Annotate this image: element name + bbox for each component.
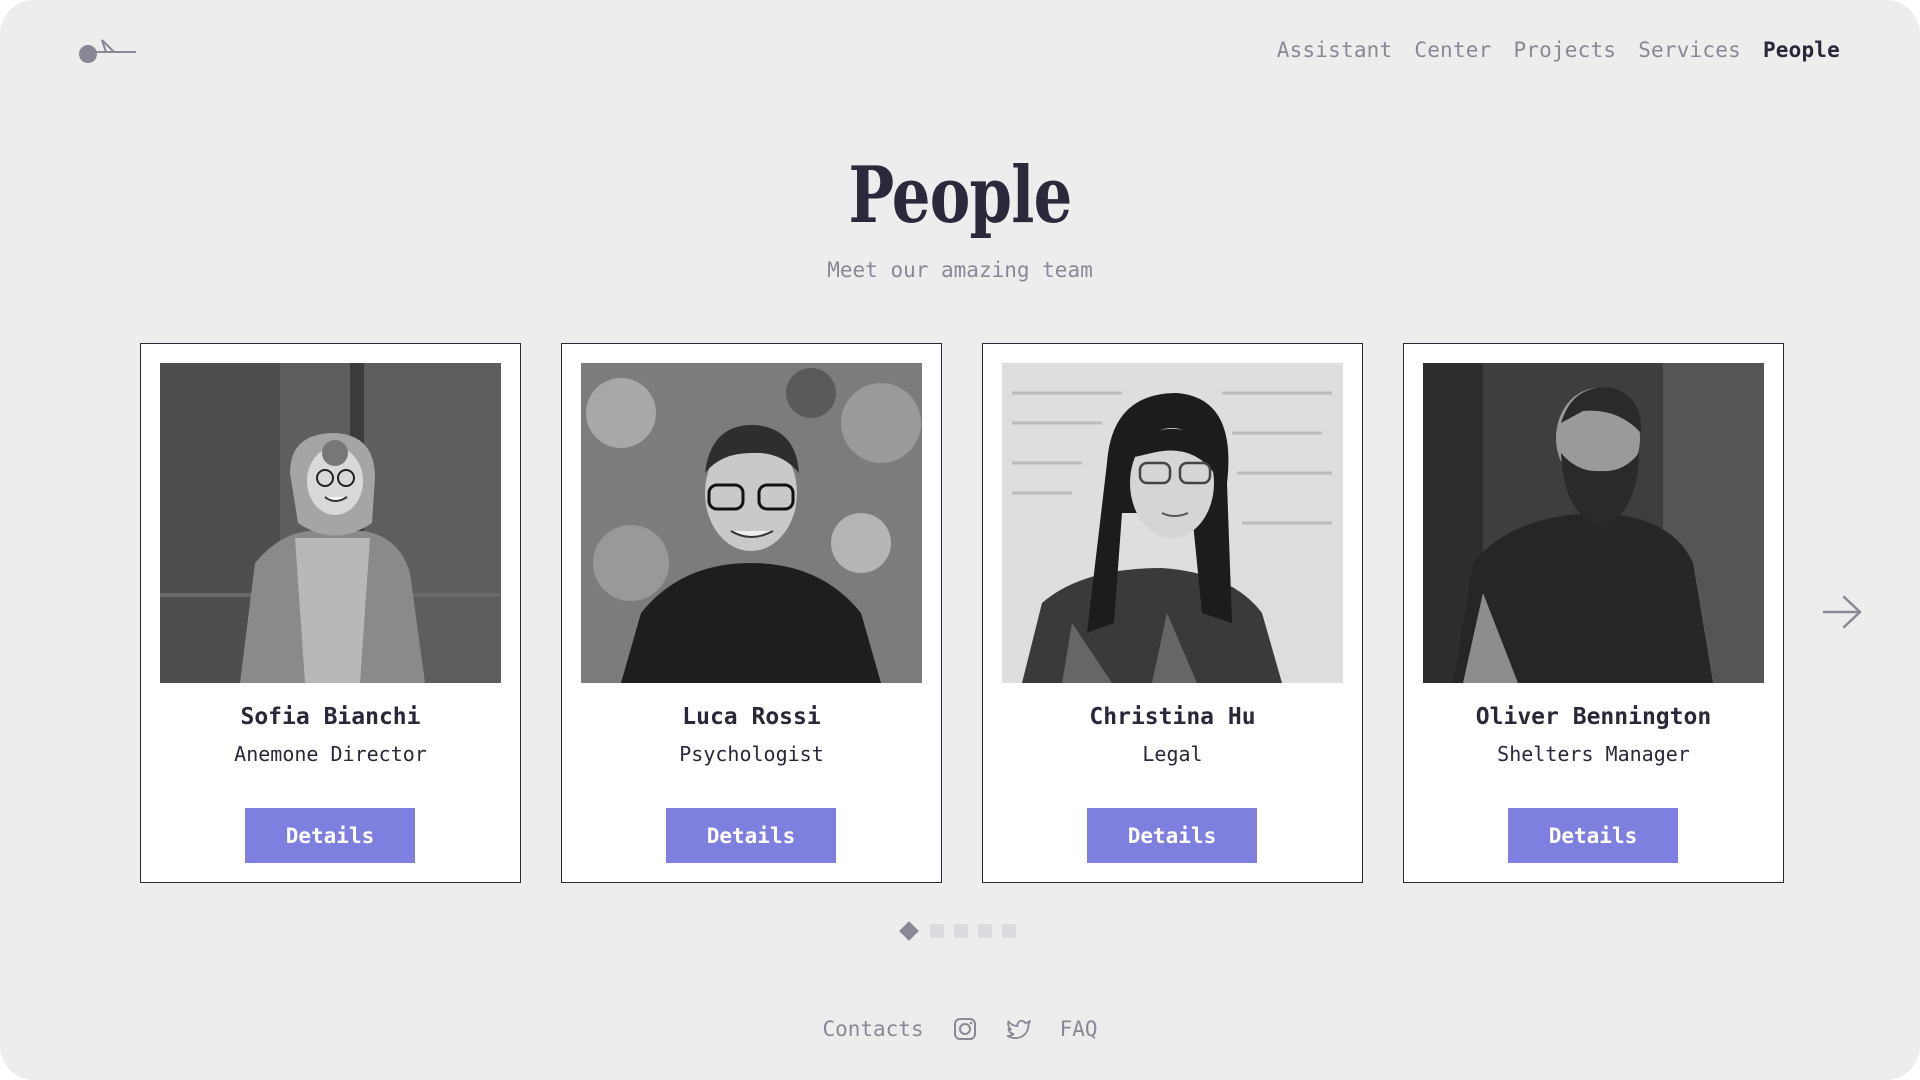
pagination-dot[interactable] — [978, 924, 992, 938]
footer-faq-link[interactable]: FAQ — [1060, 1017, 1098, 1041]
person-name: Luca Rossi — [682, 704, 821, 730]
person-card: Luca Rossi Psychologist Details — [561, 343, 942, 883]
details-button[interactable]: Details — [1087, 808, 1257, 863]
person-card: Sofia Bianchi Anemone Director Details — [140, 343, 521, 883]
people-carousel: Sofia Bianchi Anemone Director Details L… — [140, 343, 1784, 883]
person-name: Christina Hu — [1089, 704, 1256, 730]
page-subtitle: Meet our amazing team — [827, 258, 1093, 282]
pagination-dot[interactable] — [1002, 924, 1016, 938]
footer-contacts-link[interactable]: Contacts — [822, 1017, 923, 1041]
details-button[interactable]: Details — [245, 808, 415, 863]
person-card: Oliver Bennington Shelters Manager Detai… — [1403, 343, 1784, 883]
nav-projects[interactable]: Projects — [1513, 38, 1616, 62]
arrow-right-icon[interactable] — [1820, 594, 1864, 630]
person-role: Shelters Manager — [1497, 742, 1690, 766]
page-title: People — [848, 150, 1072, 241]
pagination-dot[interactable] — [930, 924, 944, 938]
nav-services[interactable]: Services — [1638, 38, 1741, 62]
pagination-dot[interactable] — [954, 924, 968, 938]
page: Assistant Center Projects Services Peopl… — [0, 0, 1920, 1080]
nav-center[interactable]: Center — [1414, 38, 1491, 62]
pagination-dot-active[interactable] — [899, 921, 919, 941]
instagram-icon[interactable] — [952, 1016, 978, 1042]
person-name: Oliver Bennington — [1475, 704, 1712, 730]
main-nav: Assistant Center Projects Services Peopl… — [1277, 38, 1840, 62]
person-photo — [581, 363, 922, 683]
person-photo — [160, 363, 501, 683]
bird-logo-icon[interactable] — [78, 38, 138, 68]
person-photo — [1002, 363, 1343, 683]
person-name: Sofia Bianchi — [240, 704, 421, 730]
person-card: Christina Hu Legal Details — [982, 343, 1363, 883]
person-role: Legal — [1142, 742, 1203, 766]
nav-people[interactable]: People — [1763, 38, 1840, 62]
footer: Contacts FAQ — [0, 1016, 1920, 1042]
person-role: Anemone Director — [234, 742, 427, 766]
person-photo — [1423, 363, 1764, 683]
details-button[interactable]: Details — [1508, 808, 1678, 863]
person-role: Psychologist — [679, 742, 824, 766]
twitter-icon[interactable] — [1006, 1016, 1032, 1042]
details-button[interactable]: Details — [666, 808, 836, 863]
nav-assistant[interactable]: Assistant — [1277, 38, 1393, 62]
carousel-pagination — [899, 921, 1016, 941]
